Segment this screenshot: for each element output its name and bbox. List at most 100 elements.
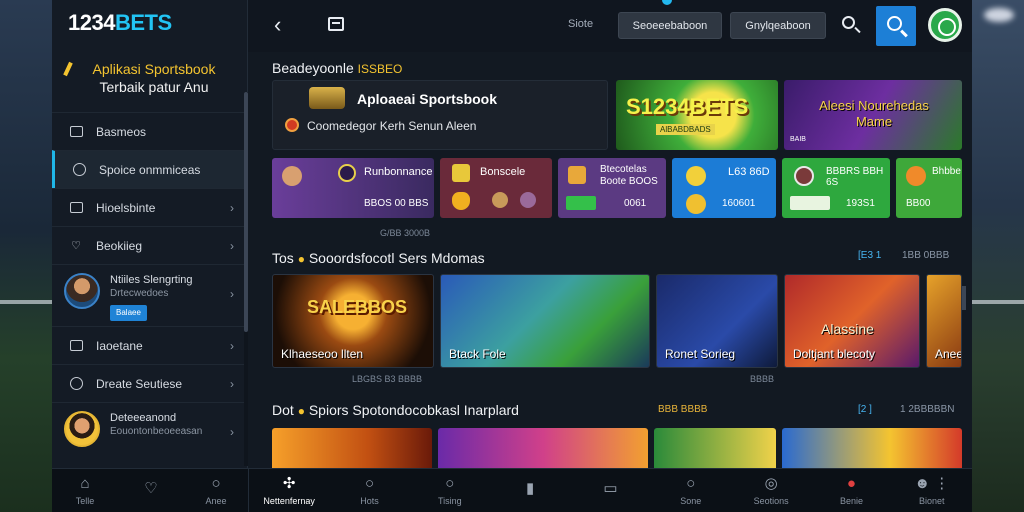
- bottom-nav-label: Sone: [680, 496, 702, 506]
- game-card-3[interactable]: Ronet Sorieg: [656, 274, 778, 368]
- top-link[interactable]: Siote: [568, 18, 593, 30]
- section-meta[interactable]: [E3 1: [858, 250, 881, 261]
- tiles-caption: G/BB 3000B: [380, 228, 431, 238]
- sidebar-item-basmeos[interactable]: Basmeos: [52, 112, 244, 150]
- stadium-light: [984, 8, 1014, 22]
- featured-card-sportsbook[interactable]: Aploaeai Sportsbook Coomedegor Kerh Senu…: [272, 80, 608, 150]
- heart-icon: ♡: [144, 480, 158, 497]
- game-card-5[interactable]: Anee: [926, 274, 962, 368]
- category-tile-2[interactable]: Bonscele: [440, 158, 552, 218]
- category-tile-3[interactable]: Btecotelas Boote BOOS 0061: [558, 158, 666, 218]
- monitor-icon: [68, 125, 84, 139]
- category-tile-6[interactable]: Bhbbe BB00: [896, 158, 962, 218]
- app-window: 1234BETS Aplikasi Sportsbook Terbaik pat…: [0, 0, 1024, 512]
- main-content: Beadeyoonle ISSBEO Aploaeai Sportsbook C…: [248, 52, 972, 468]
- sidebar-item-hioelsbinte[interactable]: Hioelsbinte ›: [52, 188, 244, 226]
- featured-card-brand[interactable]: S1234BETS AlBABDBADS: [616, 80, 778, 150]
- sidebar-user-2[interactable]: Deteeeanond Eouontonbeoeeasan ›: [52, 402, 244, 464]
- main-scrollbar-thumb[interactable]: [962, 286, 966, 310]
- search-button[interactable]: [876, 6, 916, 46]
- category-tile-5[interactable]: BBBRS BBH 6S 193S1: [782, 158, 890, 218]
- login-button[interactable]: Seoeeebaboon: [618, 12, 722, 39]
- bottom-nav-item-1[interactable]: ✣ Nettenfernay: [249, 469, 329, 512]
- sidebar-item-iaoetane[interactable]: Iaoetane ›: [52, 326, 244, 364]
- game-label: Klhaeseoo llten: [281, 347, 364, 361]
- bottom-nav-item-9[interactable]: ☻ ⋮ Bionet: [892, 469, 972, 512]
- card-art-subtitle: BAIB: [790, 136, 806, 143]
- sidebar-promo[interactable]: Aplikasi Sportsbook Terbaik patur Anu: [63, 60, 242, 96]
- bottom-nav-label: Benie: [839, 496, 863, 506]
- tile-title: Runbonnance: [364, 166, 433, 178]
- game-label: Anee: [935, 347, 962, 361]
- bottom-nav-item-6[interactable]: ○ Sone: [651, 469, 731, 512]
- avatar: [64, 411, 100, 447]
- promo-subtitle: Terbaik patur Anu: [99, 79, 209, 95]
- bottom-nav-item-8[interactable]: ● Benie: [811, 469, 891, 512]
- tile-title: Bonscele: [480, 166, 526, 178]
- chevron-right-icon: ›: [230, 287, 234, 301]
- sports-card-4[interactable]: [782, 428, 962, 468]
- card-art-title: Aleesi Nourehedas Mame: [819, 98, 929, 129]
- game-card-1[interactable]: SALEBBOS Klhaeseoo llten: [272, 274, 434, 368]
- sports-card-1[interactable]: [272, 428, 432, 468]
- bottom-nav-item-home[interactable]: ⌂ Telle: [52, 469, 118, 512]
- tile-title: Btecotelas Boote BOOS: [600, 164, 658, 187]
- register-button[interactable]: Gnylqeaboon: [730, 12, 826, 39]
- section-title-text: Spiors Spotondocobkasl Inarplard: [308, 402, 519, 418]
- user-icon: ☻ ⋮: [914, 475, 950, 492]
- window-icon[interactable]: [328, 17, 344, 31]
- sidebar-item-beokiieg[interactable]: ♡ Beokiieg ›: [52, 226, 244, 264]
- bottom-nav-label: Telle: [75, 496, 95, 506]
- bottom-nav-item-7[interactable]: ◎ Seotions: [731, 469, 811, 512]
- sidebar-item-spoice[interactable]: Spoice onmmiceas: [52, 150, 244, 188]
- profile-avatar[interactable]: [928, 8, 962, 42]
- tile-value: 0061: [624, 198, 647, 209]
- globe-icon: [68, 377, 84, 391]
- back-arrow-icon[interactable]: ‹: [274, 12, 281, 38]
- logo-number: 1234: [68, 10, 115, 35]
- search-icon[interactable]: [840, 14, 862, 36]
- sidebar-user-1[interactable]: Ntiiles Slengrting Drtecwedoes Balaee ›: [52, 264, 244, 326]
- section-meta[interactable]: BBB BBBB: [658, 404, 707, 415]
- section-title-text: Beadeyoonle: [272, 60, 354, 76]
- bottom-nav-label: Hots: [360, 496, 379, 506]
- sports-card-2[interactable]: [438, 428, 648, 468]
- bottom-nav-item-favorites[interactable]: ♡: [118, 469, 184, 512]
- promo-title: Aplikasi Sportsbook: [92, 61, 216, 77]
- bottom-nav-label: Anee: [205, 496, 227, 506]
- category-tile-1[interactable]: Runbonnance BBOS 00 BBS: [272, 158, 434, 218]
- tile-title: BBBRS BBH 6S: [826, 166, 884, 188]
- player-icon: [282, 166, 302, 186]
- bottom-nav-item-3[interactable]: ○ Tising: [410, 469, 490, 512]
- game-label: Ronet Sorieg: [665, 347, 736, 361]
- sports-card-3[interactable]: [654, 428, 776, 468]
- bottom-nav-item-5[interactable]: ▭: [570, 469, 650, 512]
- bottom-nav-item-anee[interactable]: ○ Anee: [184, 469, 248, 512]
- tile-title: L63 86D: [728, 166, 770, 178]
- featured-card-promo[interactable]: Aleesi Nourehedas Mame BAIB: [784, 80, 962, 150]
- section-title-text: Dot: [272, 402, 294, 418]
- bottom-nav-item-2[interactable]: ○ Hots: [329, 469, 409, 512]
- game-art-title: SALEBBOS: [307, 297, 408, 317]
- logo-word: BETS: [114, 10, 172, 35]
- game-card-2[interactable]: Btack Fole: [440, 274, 650, 368]
- user-subtitle: Drtecwedoes: [110, 288, 169, 299]
- category-tile-4[interactable]: L63 86D 160601: [672, 158, 776, 218]
- sidebar-item-dreate[interactable]: Dreate Seutiese ›: [52, 364, 244, 402]
- section-meta[interactable]: [2 ]: [858, 404, 872, 415]
- section-badge: ISSBEO: [357, 62, 403, 76]
- sidebar: 1234BETS Aplikasi Sportsbook Terbaik pat…: [52, 0, 248, 468]
- chat-icon: ◎: [764, 475, 778, 492]
- sidebar-item-label: Beokiieg: [96, 238, 143, 253]
- record-icon: ●: [846, 475, 856, 492]
- game-art-title: Alassine: [821, 321, 874, 337]
- circle-icon: ○: [211, 475, 221, 492]
- brand-logo[interactable]: 1234BETS: [68, 10, 172, 36]
- sidebar-nav: Basmeos Spoice onmmiceas Hioelsbinte › ♡…: [52, 112, 244, 464]
- card-title: Aploaeai Sportsbook: [357, 91, 498, 107]
- game-label: Doltjant blecoty: [793, 347, 876, 361]
- game-card-4[interactable]: Alassine Doltjant blecoty: [784, 274, 920, 368]
- section-title-text: Tos: [272, 250, 294, 266]
- section-meta: 1BB 0BBB: [902, 250, 950, 261]
- bottom-nav-item-4[interactable]: ▮: [490, 469, 570, 512]
